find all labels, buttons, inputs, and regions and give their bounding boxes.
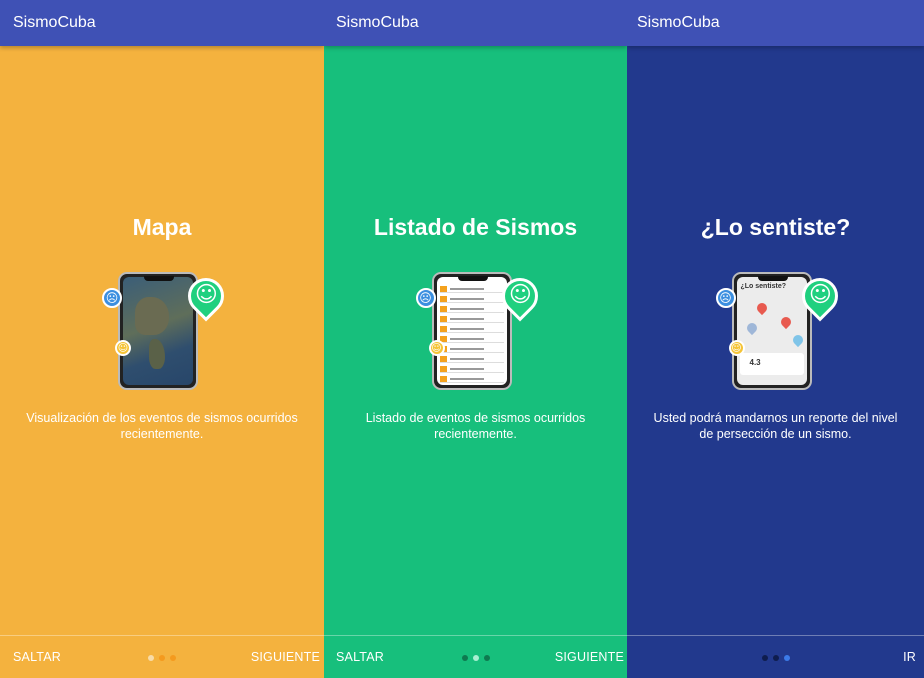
onboarding-screen-list: SismoCuba Listado de Sismos ☺ ☹ ☺ Listad… xyxy=(324,0,627,678)
page-dot xyxy=(472,655,479,661)
skip-button[interactable]: SALTAR xyxy=(336,650,384,664)
phone-illustration: ¿Lo sentiste? 4.3 ☺ ☹ ☺ xyxy=(715,266,845,392)
sad-face-icon: ☹ xyxy=(102,288,122,308)
list-screen-preview xyxy=(436,277,507,385)
sad-face-icon: ☹ xyxy=(715,288,736,308)
screen-title: Listado de Sismos xyxy=(373,214,578,240)
page-dot xyxy=(170,655,176,661)
next-button[interactable]: SIGUIENTE xyxy=(555,650,624,664)
map-screen-preview xyxy=(123,277,193,385)
page-dot xyxy=(483,655,490,661)
app-bar: SismoCuba xyxy=(0,0,324,46)
screen-title: ¿Lo sentiste? xyxy=(700,214,851,240)
bottom-nav: SALTAR SIGUIENTE xyxy=(324,635,627,678)
screen-title: Mapa xyxy=(132,214,192,240)
onboarding-screen-map: SismoCuba Mapa ☺ ☹ ☺ Visualización de lo… xyxy=(0,0,324,678)
page-indicator xyxy=(148,655,176,661)
app-title: SismoCuba xyxy=(13,14,96,31)
page-dot xyxy=(148,655,154,661)
go-button[interactable]: IR xyxy=(903,650,916,664)
map-pin-icon xyxy=(790,332,805,348)
neutral-face-icon: ☺ xyxy=(428,340,445,356)
phone-icon: ¿Lo sentiste? 4.3 xyxy=(731,272,812,390)
sad-face-icon: ☹ xyxy=(415,288,436,308)
page-dot xyxy=(783,655,790,661)
phone-illustration: ☺ ☹ ☺ xyxy=(415,266,545,392)
map-pin-icon xyxy=(744,320,759,336)
page-indicator xyxy=(461,655,490,661)
phone-illustration: ☺ ☹ ☺ xyxy=(102,266,232,392)
neutral-face-icon: ☺ xyxy=(115,340,131,356)
felt-screen-preview: ¿Lo sentiste? 4.3 xyxy=(736,277,807,385)
screen-description: Visualización de los eventos de sismos o… xyxy=(26,411,298,441)
onboarding-screen-felt: SismoCuba ¿Lo sentiste? ¿Lo sentiste? 4.… xyxy=(627,0,924,678)
map-pin-icon xyxy=(754,300,769,316)
page-dot xyxy=(159,655,165,661)
phone-header: ¿Lo sentiste? xyxy=(740,283,787,290)
phone-icon xyxy=(431,272,512,390)
page-dot xyxy=(761,655,768,661)
page-dot xyxy=(461,655,468,661)
neutral-face-icon: ☺ xyxy=(728,340,745,356)
screen-description: Listado de eventos de sismos ocurridos r… xyxy=(365,411,586,441)
app-title: SismoCuba xyxy=(336,14,419,31)
page-indicator xyxy=(761,655,790,661)
app-title: SismoCuba xyxy=(637,14,720,31)
app-bar: SismoCuba xyxy=(324,0,627,46)
map-pin-icon xyxy=(778,314,793,330)
next-button[interactable]: SIGUIENTE xyxy=(251,650,320,664)
page-dot xyxy=(772,655,779,661)
skip-button[interactable]: SALTAR xyxy=(13,650,61,664)
app-bar: SismoCuba xyxy=(627,0,924,46)
bottom-nav: SALTAR SIGUIENTE xyxy=(0,635,324,678)
phone-icon xyxy=(118,272,198,390)
event-magnitude: 4.3 xyxy=(749,358,761,367)
bottom-nav: IR xyxy=(627,635,924,678)
event-card: 4.3 xyxy=(739,353,804,375)
screen-description: Usted podrá mandarnos un reporte del niv… xyxy=(653,411,898,441)
